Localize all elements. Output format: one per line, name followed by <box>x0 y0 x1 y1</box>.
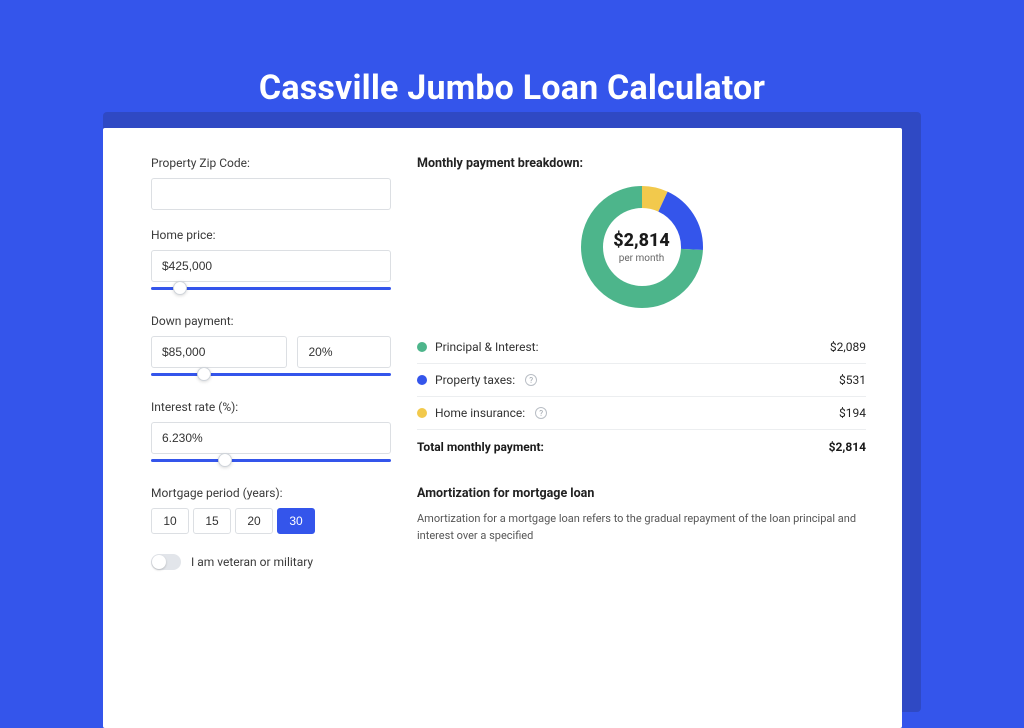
total-value: $2,814 <box>829 440 866 454</box>
rate-slider-thumb[interactable] <box>218 453 232 467</box>
breakdown-panel: Monthly payment breakdown: $2,814 per mo… <box>417 156 866 728</box>
price-label: Home price: <box>151 228 391 242</box>
info-icon[interactable]: ? <box>525 374 537 386</box>
legend-dot <box>417 342 427 352</box>
veteran-label: I am veteran or military <box>191 555 313 569</box>
zip-input[interactable] <box>151 178 391 210</box>
rate-slider-track[interactable] <box>151 459 391 462</box>
price-input[interactable] <box>151 250 391 282</box>
down-slider-track[interactable] <box>151 373 391 376</box>
line-item-label: Home insurance: <box>435 406 525 420</box>
price-slider-track[interactable] <box>151 287 391 290</box>
rate-label: Interest rate (%): <box>151 400 391 414</box>
line-items: Principal & Interest: $2,089 Property taxe… <box>417 331 866 430</box>
line-item-label: Principal & Interest: <box>435 340 539 354</box>
rate-input[interactable] <box>151 422 391 454</box>
zip-group: Property Zip Code: <box>151 156 391 210</box>
donut-sub: per month <box>619 253 665 264</box>
amortization-text: Amortization for a mortgage loan refers … <box>417 511 866 544</box>
total-label: Total monthly payment: <box>417 440 544 454</box>
donut-amount: $2,814 <box>613 230 670 251</box>
price-slider-thumb[interactable] <box>173 281 187 295</box>
down-amount-input[interactable] <box>151 336 287 368</box>
line-item-value: $531 <box>839 373 866 387</box>
line-item-value: $2,089 <box>830 340 866 354</box>
zip-label: Property Zip Code: <box>151 156 391 170</box>
down-group: Down payment: <box>151 314 391 382</box>
breakdown-title: Monthly payment breakdown: <box>417 156 866 171</box>
legend-dot <box>417 375 427 385</box>
inputs-panel: Property Zip Code: Home price: Down paym… <box>151 156 391 728</box>
line-item-value: $194 <box>839 406 866 420</box>
veteran-toggle[interactable] <box>151 554 181 570</box>
amortization-title: Amortization for mortgage loan <box>417 486 866 501</box>
line-item-label: Property taxes: <box>435 373 515 387</box>
down-slider-thumb[interactable] <box>197 367 211 381</box>
payment-donut: $2,814 per month <box>580 185 704 309</box>
price-group: Home price: <box>151 228 391 296</box>
calculator-card: Property Zip Code: Home price: Down paym… <box>103 128 902 728</box>
info-icon[interactable]: ? <box>535 407 547 419</box>
period-label: Mortgage period (years): <box>151 486 391 500</box>
period-group: Mortgage period (years): 10152030 <box>151 486 391 534</box>
total-row: Total monthly payment: $2,814 <box>417 430 866 470</box>
page-title: Cassville Jumbo Loan Calculator <box>0 68 1024 108</box>
line-item: Property taxes:? $531 <box>417 364 866 397</box>
down-percent-input[interactable] <box>297 336 391 368</box>
legend-dot <box>417 408 427 418</box>
rate-group: Interest rate (%): <box>151 400 391 468</box>
line-item: Home insurance:? $194 <box>417 397 866 430</box>
down-label: Down payment: <box>151 314 391 328</box>
line-item: Principal & Interest: $2,089 <box>417 331 866 364</box>
veteran-row: I am veteran or military <box>151 554 391 570</box>
